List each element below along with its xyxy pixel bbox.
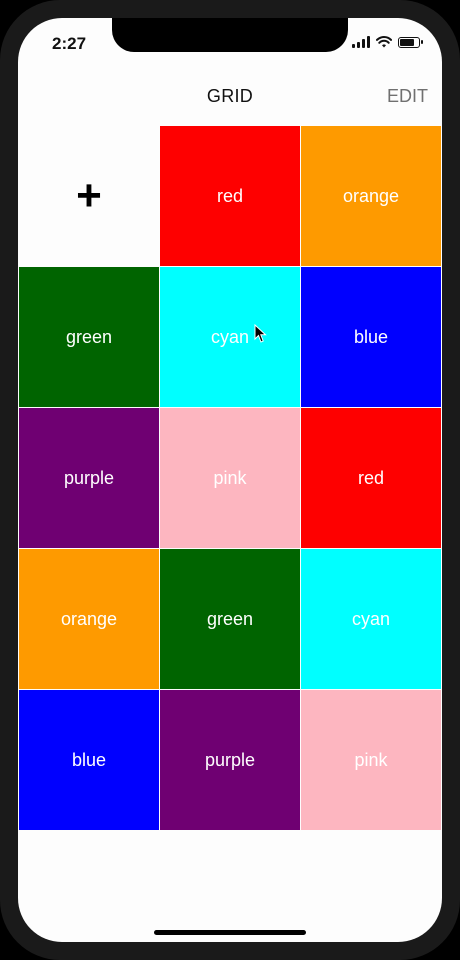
color-tile-label: red xyxy=(216,185,243,206)
color-tile-label: purple xyxy=(204,749,256,770)
color-tile[interactable]: cyan xyxy=(160,267,300,407)
color-tile[interactable]: red xyxy=(301,408,441,548)
notch xyxy=(112,18,348,52)
color-tile-label: red xyxy=(357,467,384,488)
color-tile[interactable]: blue xyxy=(301,267,441,407)
color-tile[interactable]: green xyxy=(160,549,300,689)
color-tile[interactable]: pink xyxy=(160,408,300,548)
color-tile[interactable]: purple xyxy=(160,690,300,830)
color-tile[interactable]: orange xyxy=(19,549,159,689)
color-tile-label: cyan xyxy=(351,608,391,629)
wifi-icon xyxy=(376,36,392,48)
app-screen: 2:27 GRID EDIT + red orange green cyan blue p… xyxy=(18,18,442,942)
page-title: GRID xyxy=(206,86,254,106)
navigation-bar: GRID EDIT xyxy=(18,78,442,116)
plus-icon: + xyxy=(76,171,102,220)
battery-fill xyxy=(400,38,415,46)
battery-icon xyxy=(398,36,423,48)
color-tile-label: cyan xyxy=(210,326,250,347)
color-tile-label: orange xyxy=(342,185,400,206)
color-tile[interactable]: purple xyxy=(19,408,159,548)
mouse-pointer-icon xyxy=(254,324,267,343)
device-frame: 2:27 GRID EDIT + red orange green cyan blue p… xyxy=(0,0,460,960)
edit-button[interactable]: EDIT xyxy=(387,86,428,107)
color-tile[interactable]: red xyxy=(160,126,300,266)
color-tile-label: green xyxy=(206,608,254,629)
color-tile-label: purple xyxy=(63,467,115,488)
color-tile-label: blue xyxy=(353,326,389,347)
cellular-signal-icon xyxy=(352,36,370,48)
color-tile-label: blue xyxy=(71,749,107,770)
status-time: 2:27 xyxy=(52,34,87,53)
add-tile-button[interactable]: + xyxy=(19,126,159,266)
color-tile[interactable]: pink xyxy=(301,690,441,830)
color-tile-label: pink xyxy=(354,749,388,770)
color-tile-label: pink xyxy=(213,467,247,488)
home-indicator[interactable] xyxy=(154,930,306,935)
color-grid: + red orange green cyan blue purple pink red ora… xyxy=(19,126,442,830)
color-tile[interactable]: cyan xyxy=(301,549,441,689)
status-icons xyxy=(352,36,423,48)
color-tile[interactable]: blue xyxy=(19,690,159,830)
color-tile[interactable]: orange xyxy=(301,126,441,266)
color-tile[interactable]: green xyxy=(19,267,159,407)
color-tile-label: green xyxy=(65,326,113,347)
color-tile-label: orange xyxy=(60,608,118,629)
